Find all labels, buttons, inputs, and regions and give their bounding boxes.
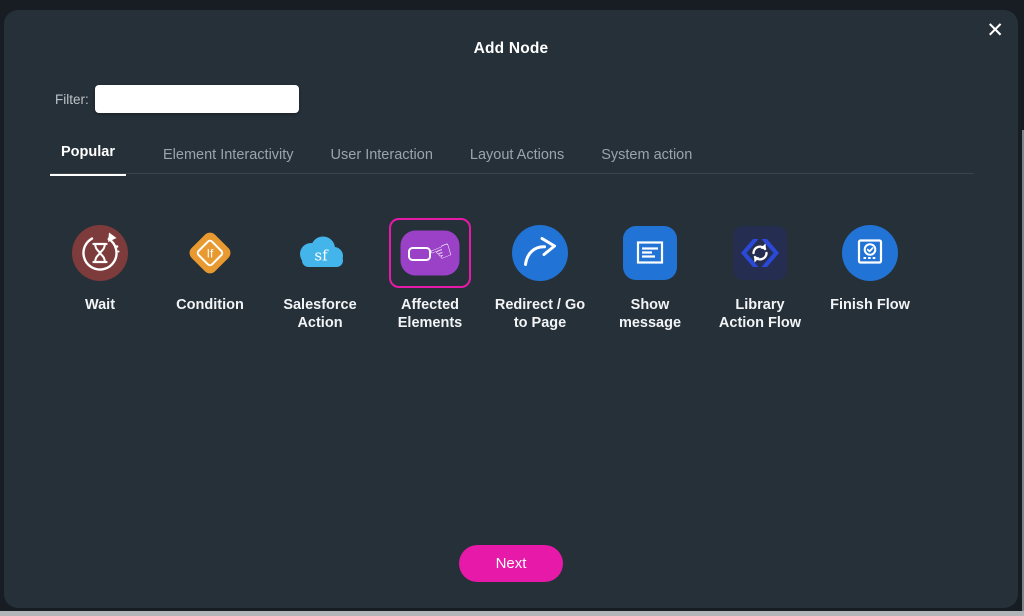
node-label: Condition	[176, 297, 244, 313]
page-title: Add Node	[473, 40, 549, 57]
node-label: Redirect / Go to Page	[494, 297, 586, 331]
node-card-redirect-go-to-page[interactable]: Redirect / Go to Page	[485, 214, 595, 332]
filter-row: Filter:	[55, 80, 299, 118]
if-diamond-icon: If	[189, 232, 231, 274]
tab-popular[interactable]: Popular	[50, 144, 126, 176]
node-label: Finish Flow	[830, 297, 910, 313]
node-card-wait[interactable]: Wait	[45, 214, 155, 332]
node-label: Library Action Flow	[718, 297, 802, 331]
filter-label: Filter:	[55, 91, 89, 107]
tab-user-interaction[interactable]: User Interaction	[331, 147, 433, 176]
node-label: Salesforce Action	[283, 297, 357, 331]
wait-hourglass-icon	[72, 225, 128, 281]
tab-element-interactivity[interactable]: Element Interactivity	[163, 147, 294, 176]
node-card-affected-elements[interactable]: ☜ Affected Elements	[375, 214, 485, 332]
tab-divider	[50, 173, 974, 174]
node-label: Affected Elements	[397, 297, 463, 331]
node-label: Wait	[84, 297, 116, 313]
redirect-arrow-icon	[512, 225, 568, 281]
window-bottom-edge	[0, 611, 1024, 616]
close-icon[interactable]: ✕	[986, 16, 1004, 45]
finish-check-icon	[842, 225, 898, 281]
node-card-salesforce-action[interactable]: sf Salesforce Action	[265, 214, 375, 332]
tab-layout-actions[interactable]: Layout Actions	[470, 147, 564, 176]
salesforce-cloud-icon: sf	[300, 236, 343, 267]
node-label: Show message	[618, 297, 682, 331]
node-grid: Wait If Condition sf Salesforce Action ☜…	[45, 214, 935, 332]
node-card-finish-flow[interactable]: Finish Flow	[815, 214, 925, 332]
node-card-show-message[interactable]: Show message	[595, 214, 705, 332]
node-card-condition[interactable]: If Condition	[155, 214, 265, 332]
add-node-dialog: Add Node ✕ Filter: Popular Element Inter…	[4, 10, 1018, 608]
tab-bar: Popular Element Interactivity User Inter…	[50, 144, 729, 176]
next-button[interactable]: Next	[459, 545, 563, 582]
sf-text: sf	[314, 247, 329, 265]
tab-system-action[interactable]: System action	[601, 147, 692, 176]
message-box-icon	[623, 226, 677, 280]
if-text: If	[207, 247, 214, 261]
sync-hexagon-icon	[733, 226, 787, 280]
filter-input[interactable]	[94, 85, 299, 113]
node-card-library-action-flow[interactable]: Library Action Flow	[705, 214, 815, 332]
hand-toggle-icon: ☜	[400, 230, 460, 276]
selected-node-highlight: ☜	[389, 218, 471, 288]
